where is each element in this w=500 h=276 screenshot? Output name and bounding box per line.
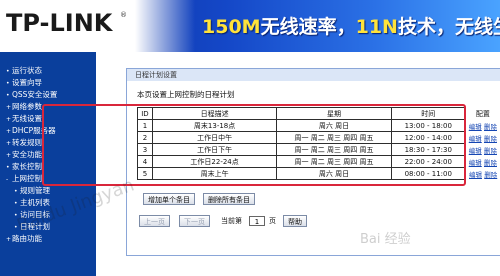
delete-link[interactable]: 删除 (484, 135, 497, 143)
cell-config: 编辑 删除 (465, 144, 500, 156)
cell-time: 08:00 - 11:00 (390, 167, 466, 180)
cell-id: 2 (137, 131, 153, 144)
cell-time: 22:00 - 24:00 (390, 155, 466, 168)
sidebar-item-label: 设置向导 (12, 78, 42, 87)
sidebar-item-label: 家长控制 (12, 162, 42, 171)
registered-mark: ® (120, 11, 127, 19)
cell-week: 周一 周二 周三 周四 周五 (276, 143, 392, 156)
schedule-panel: 日程计划设置 本页设置上网控制的日程计划 ID 日程描述 星期 时间 配置 1 … (126, 68, 500, 256)
sidebar-item-wizard[interactable]: • 设置向导 (6, 77, 42, 88)
table-row: 4 工作日22-24点 周一 周二 周三 周四 周五 22:00 - 24:00… (137, 155, 500, 168)
prev-page-button[interactable]: 上一页 (139, 215, 170, 227)
edit-link[interactable]: 编辑 (469, 171, 482, 179)
slogan-speed: 150M (202, 16, 261, 38)
add-entry-button[interactable]: 增加单个条目 (143, 193, 195, 205)
table-row: 3 工作日下午 周一 周二 周三 周四 周五 18:30 - 17:30 编辑 … (137, 143, 500, 156)
help-button[interactable]: 帮助 (283, 215, 307, 227)
col-header-week: 星期 (276, 107, 392, 120)
cell-desc: 工作日中午 (151, 131, 278, 144)
cell-desc: 周末上午 (151, 167, 278, 180)
edit-link[interactable]: 编辑 (469, 147, 482, 155)
slogan-tech: 11N (355, 16, 398, 38)
cell-desc: 工作日下午 (151, 143, 278, 156)
cell-id: 5 (137, 167, 153, 180)
cell-desc: 工作日22-24点 (151, 155, 278, 168)
sidebar-item-qss[interactable]: • QSS安全设置 (6, 89, 57, 100)
cell-week: 周一 周二 周三 周四 周五 (276, 131, 392, 144)
header-banner: TP-LINK ® 150M无线速率，11N技术，无线生活新选择 (0, 0, 500, 52)
sidebar-item-dhcp[interactable]: +DHCP服务器 (6, 125, 56, 136)
table-header-row: ID 日程描述 星期 时间 配置 (137, 107, 500, 120)
sidebar-item-network[interactable]: +网络参数 (6, 101, 42, 112)
col-header-id: ID (137, 107, 153, 120)
cell-week: 周六 周日 (276, 119, 392, 132)
delete-link[interactable]: 删除 (484, 123, 497, 131)
cell-id: 4 (137, 155, 153, 168)
tplink-logo: TP-LINK (6, 9, 113, 37)
page-select[interactable]: 1 (249, 216, 265, 226)
col-header-config: 配置 (465, 107, 500, 120)
delete-link[interactable]: 删除 (484, 147, 497, 155)
slogan-text2: 技术，无线生活新选择 (397, 16, 500, 38)
router-admin-page: TP-LINK ® 150M无线速率，11N技术，无线生活新选择 •运行状态 •… (0, 0, 500, 276)
sidebar-item-label: 无线设置 (12, 114, 42, 123)
panel-title: 日程计划设置 (127, 69, 500, 81)
watermark-right: Bai 经验 (360, 232, 411, 247)
sidebar-item-rules[interactable]: • 规则管理 (14, 185, 50, 196)
col-header-time: 时间 (390, 107, 466, 120)
cell-config: 编辑 删除 (465, 168, 500, 180)
cell-time: 18:30 - 17:30 (390, 143, 466, 156)
sidebar-item-label: 路由功能 (12, 234, 42, 243)
delete-all-button[interactable]: 删除所有条目 (203, 193, 255, 205)
banner-fade (135, 0, 195, 52)
col-header-desc: 日程描述 (151, 107, 278, 120)
sidebar-item-wireless[interactable]: +无线设置 (6, 113, 42, 124)
cell-desc: 周末13-18点 (151, 119, 278, 132)
slogan-text1: 无线速率， (260, 16, 356, 38)
header-slogan: 150M无线速率，11N技术，无线生活新选择 (202, 12, 500, 39)
cell-week: 周一 周二 周三 周四 周五 (276, 155, 392, 168)
sidebar-item-security[interactable]: +安全功能 (6, 149, 42, 160)
edit-link[interactable]: 编辑 (469, 135, 482, 143)
next-page-button[interactable]: 下一页 (179, 215, 210, 227)
sidebar-item-label: 安全功能 (12, 150, 42, 159)
sidebar-item-access-control[interactable]: - 上网控制 (6, 173, 42, 184)
delete-link[interactable]: 删除 (484, 159, 497, 167)
schedule-table: ID 日程描述 星期 时间 配置 1 周末13-18点 周六 周日 13:00 … (137, 107, 500, 180)
panel-description: 本页设置上网控制的日程计划 (137, 90, 235, 99)
current-page-label: 当前第 (221, 217, 242, 225)
sidebar-item-label: 上网控制 (12, 174, 42, 183)
table-row: 5 周末上午 周六 周日 08:00 - 11:00 编辑 删除 (137, 167, 500, 180)
sidebar-item-label: 网络参数 (12, 102, 42, 111)
sidebar-item-label: 规则管理 (20, 186, 50, 195)
table-row: 2 工作日中午 周一 周二 周三 周四 周五 12:00 - 14:00 编辑 … (137, 131, 500, 144)
cell-time: 12:00 - 14:00 (390, 131, 466, 144)
cell-config: 编辑 删除 (465, 120, 500, 132)
sidebar-menu: • 运行状态 • 设置向导 • QSS安全设置 +网络参数 +无线设置 +DHCP服务… (0, 52, 96, 276)
page-unit-label: 页 (269, 217, 276, 225)
table-row: 1 周末13-18点 周六 周日 13:00 - 18:00 编辑 删除 (137, 119, 500, 132)
cell-config: 编辑 删除 (465, 132, 500, 144)
cell-config: 编辑 删除 (465, 156, 500, 168)
cell-id: 3 (137, 143, 153, 156)
edit-link[interactable]: 编辑 (469, 159, 482, 167)
sidebar-item-label: DHCP服务器 (12, 126, 56, 135)
sidebar-item-forwarding[interactable]: +转发规则 (6, 137, 42, 148)
cell-week: 周六 周日 (276, 167, 392, 180)
sidebar-item-status[interactable]: • 运行状态 (6, 65, 42, 76)
sidebar-item-label: 转发规则 (12, 138, 42, 147)
sidebar-item-parental[interactable]: • 家长控制 (6, 161, 42, 172)
delete-link[interactable]: 删除 (484, 171, 497, 179)
main-content: 日程计划设置 本页设置上网控制的日程计划 ID 日程描述 星期 时间 配置 1 … (96, 52, 500, 276)
cell-time: 13:00 - 18:00 (390, 119, 466, 132)
sidebar-item-label: QSS安全设置 (12, 90, 58, 99)
edit-link[interactable]: 编辑 (469, 123, 482, 131)
cell-id: 1 (137, 119, 153, 132)
sidebar-item-label: 运行状态 (12, 66, 42, 75)
